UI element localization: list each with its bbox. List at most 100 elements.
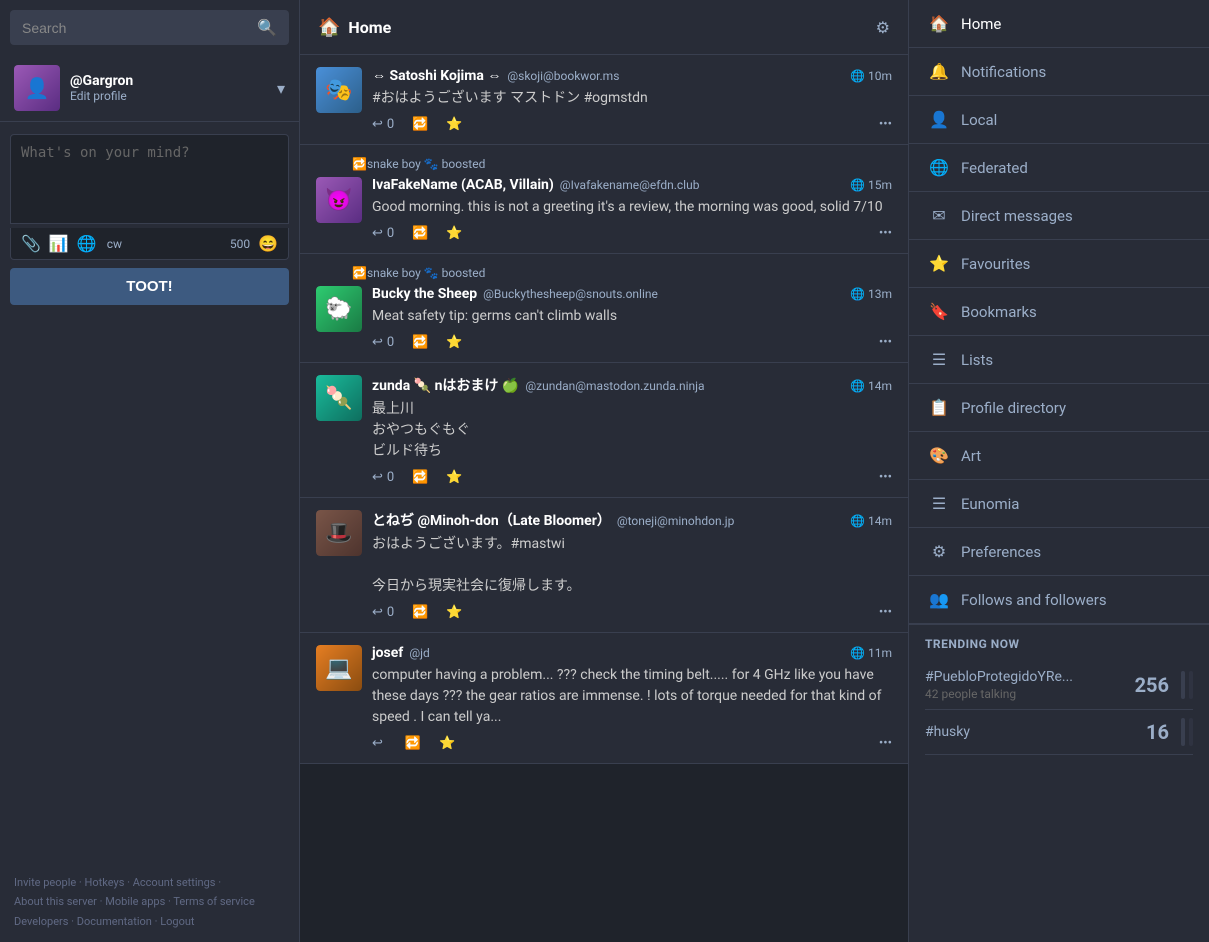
toot-time: 🌐 15m [850, 178, 892, 192]
toot-author[interactable]: IvaFakeName (ACAB, Villain) [372, 177, 554, 193]
feed-settings-icon[interactable]: ⚙ [876, 18, 890, 37]
footer-link-mobile[interactable]: Mobile apps [105, 895, 165, 908]
sidebar-item-profile-directory[interactable]: 📋 Profile directory [909, 384, 1209, 432]
more-button[interactable]: ••• [879, 736, 892, 751]
globe-icon: 🌐 [850, 287, 865, 301]
bookmarks-icon: 🔖 [929, 302, 949, 321]
toot-row: 🍡 zunda 🍡 nはおまけ 🍏 @zundan@mastodon.zunda… [316, 375, 892, 485]
more-button[interactable]: ••• [879, 335, 892, 350]
attach-icon[interactable]: 📎 [21, 234, 41, 253]
boost-button[interactable]: 🔁 [412, 117, 428, 132]
toot-handle[interactable]: @Ivafakename@efdn.club [560, 178, 700, 192]
toot-button[interactable]: TOOT! [10, 268, 289, 305]
sidebar-item-label: Local [961, 111, 997, 129]
favourite-button[interactable]: ⭐ [446, 470, 462, 485]
sidebar-item-preferences[interactable]: ⚙ Preferences [909, 528, 1209, 576]
globe-icon: 🌐 [850, 69, 865, 83]
chevron-down-icon[interactable]: ▾ [277, 79, 285, 98]
edit-profile-link[interactable]: Edit profile [70, 89, 277, 103]
sidebar-item-favourites[interactable]: ⭐ Favourites [909, 240, 1209, 288]
boost-button[interactable]: 🔁 [405, 736, 421, 751]
favourite-button[interactable]: ⭐ [439, 736, 455, 751]
more-button[interactable]: ••• [879, 605, 892, 620]
account-info: @Gargron Edit profile [70, 73, 277, 103]
footer-link-terms[interactable]: Terms of service [173, 895, 254, 908]
favourite-button[interactable]: ⭐ [446, 335, 462, 350]
trending-bar-container: 16 [1146, 718, 1193, 746]
toot-handle[interactable]: @zundan@mastodon.zunda.ninja [525, 379, 704, 393]
reply-button[interactable]: ↩ 0 [372, 470, 394, 485]
avatar[interactable]: 🎩 [316, 510, 362, 556]
reply-button[interactable]: ↩ [372, 736, 387, 751]
avatar[interactable]: 🐑 [316, 286, 362, 332]
toot-handle[interactable]: @toneji@minohdon.jp [617, 514, 735, 528]
favourite-button[interactable]: ⭐ [446, 605, 462, 620]
avatar[interactable]: 🍡 [316, 375, 362, 421]
sidebar-item-art[interactable]: 🎨 Art [909, 432, 1209, 480]
boost-icon: 🔁 [352, 266, 367, 280]
sidebar-item-label: Art [961, 447, 981, 465]
trending-item[interactable]: #PuebloProtegidoYRe... 42 people talking… [925, 661, 1193, 710]
toot-author[interactable]: Bucky the Sheep [372, 286, 477, 302]
toot-body: ⇔ Satoshi Kojima ⇔ @skoji@bookwor.ms 🌐 1… [372, 67, 892, 132]
sidebar-item-home[interactable]: 🏠 Home [909, 0, 1209, 48]
sidebar-item-federated[interactable]: 🌐 Federated [909, 144, 1209, 192]
reply-button[interactable]: ↩ 0 [372, 605, 394, 620]
toot-handle[interactable]: @jd [409, 646, 429, 660]
search-input[interactable] [22, 20, 257, 36]
sidebar-item-lists[interactable]: ☰ Lists [909, 336, 1209, 384]
footer-link-hotkeys[interactable]: Hotkeys [85, 876, 125, 889]
reply-button[interactable]: ↩ 0 [372, 226, 394, 241]
sidebar-item-direct-messages[interactable]: ✉ Direct messages [909, 192, 1209, 240]
trending-bar [1189, 671, 1193, 699]
compose-textarea[interactable] [10, 134, 289, 224]
eunomia-icon: ☰ [929, 494, 949, 513]
trending-bar-container: 256 [1135, 671, 1193, 699]
more-button[interactable]: ••• [879, 117, 892, 132]
footer-link-docs[interactable]: Documentation [77, 915, 152, 928]
reply-button[interactable]: ↩ 0 [372, 117, 394, 132]
more-button[interactable]: ••• [879, 226, 892, 241]
toot-author[interactable]: とねぢ @Minoh-don（Late Bloomer） [372, 510, 611, 530]
favourite-button[interactable]: ⭐ [446, 117, 462, 132]
toot-body: josef @jd 🌐 11m computer having a proble… [372, 645, 892, 751]
sidebar-item-eunomia[interactable]: ☰ Eunomia [909, 480, 1209, 528]
toot-handle[interactable]: @skoji@bookwor.ms [507, 69, 619, 83]
footer-link-about[interactable]: About this server [14, 895, 97, 908]
toot-author[interactable]: ⇔ Satoshi Kojima ⇔ [372, 67, 501, 84]
footer-link-logout[interactable]: Logout [160, 915, 194, 928]
boost-button[interactable]: 🔁 [412, 335, 428, 350]
trending-bar [1181, 718, 1185, 746]
reply-button[interactable]: ↩ 0 [372, 335, 394, 350]
poll-icon[interactable]: 📊 [49, 234, 69, 253]
ellipsis-icon: ••• [879, 335, 892, 350]
trending-item[interactable]: #husky 16 [925, 710, 1193, 755]
footer-link-developers[interactable]: Developers [14, 915, 68, 928]
footer-link-account-settings[interactable]: Account settings [133, 876, 216, 889]
trending-tag-info: #husky [925, 724, 970, 740]
sidebar-item-notifications[interactable]: 🔔 Notifications [909, 48, 1209, 96]
notifications-icon: 🔔 [929, 62, 949, 81]
sidebar-item-local[interactable]: 👤 Local [909, 96, 1209, 144]
toot-author[interactable]: josef [372, 645, 403, 661]
boost-button[interactable]: 🔁 [412, 226, 428, 241]
avatar[interactable]: 🎭 [316, 67, 362, 113]
toot-author[interactable]: zunda 🍡 nはおまけ 🍏 [372, 375, 519, 395]
more-button[interactable]: ••• [879, 470, 892, 485]
sidebar-item-label: Follows and followers [961, 591, 1107, 609]
toot-meta: とねぢ @Minoh-don（Late Bloomer） @toneji@min… [372, 510, 892, 530]
favourite-button[interactable]: ⭐ [446, 226, 462, 241]
content-warning-button[interactable]: cw [107, 237, 122, 251]
sidebar-item-bookmarks[interactable]: 🔖 Bookmarks [909, 288, 1209, 336]
globe-icon[interactable]: 🌐 [77, 234, 97, 253]
trending-title: TRENDING NOW [925, 637, 1193, 651]
avatar[interactable]: 💻 [316, 645, 362, 691]
toot-handle[interactable]: @Buckythesheep@snouts.online [483, 287, 658, 301]
sidebar-item-follows-followers[interactable]: 👥 Follows and followers [909, 576, 1209, 624]
footer-link-invite[interactable]: Invite people [14, 876, 76, 889]
boost-button[interactable]: 🔁 [412, 605, 428, 620]
avatar[interactable]: 😈 [316, 177, 362, 223]
boost-button[interactable]: 🔁 [412, 470, 428, 485]
emoji-icon[interactable]: 😄 [258, 234, 278, 253]
search-icon[interactable]: 🔍 [257, 18, 277, 37]
